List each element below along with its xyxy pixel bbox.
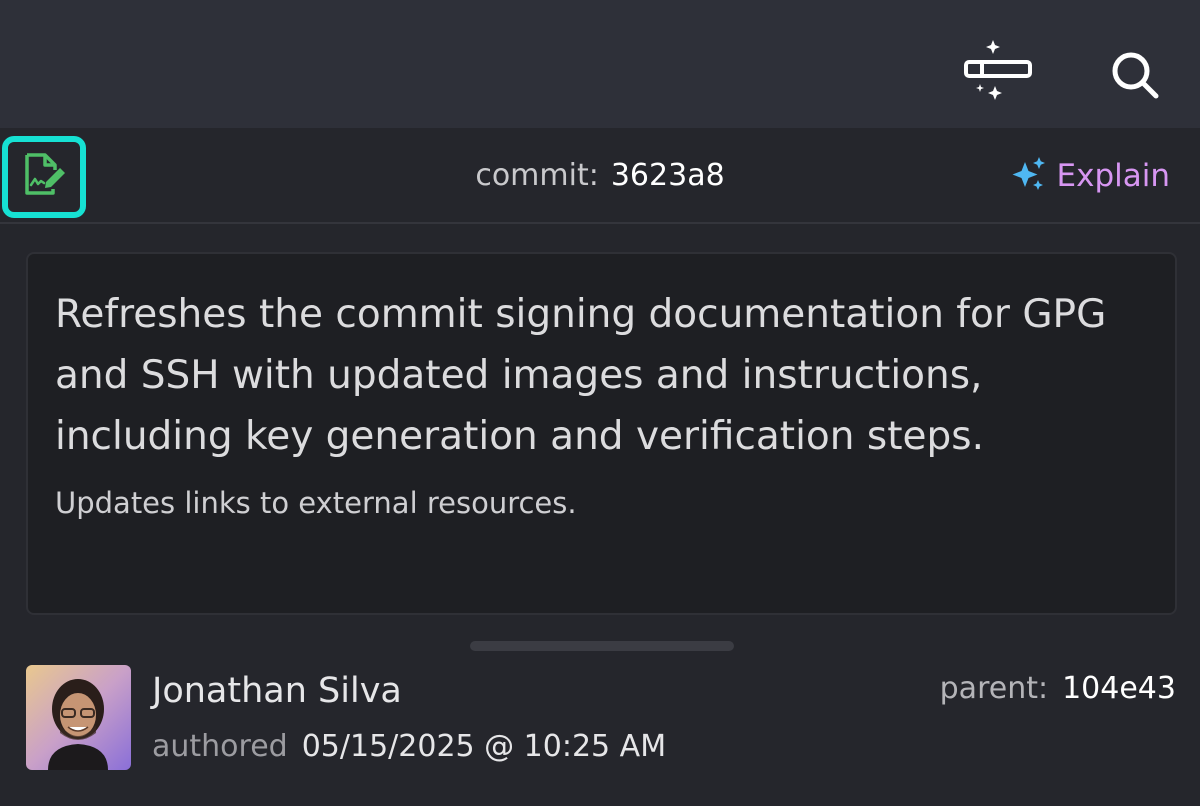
commit-message-title: Refreshes the commit signing documentati… (55, 292, 1107, 459)
commit-header: commit: 3623a8 Explain (0, 128, 1200, 224)
explain-label: Explain (1056, 158, 1170, 194)
authored-info: authored 05/15/2025 @ 10:25 AM (152, 728, 666, 766)
parent-sha[interactable]: 104e43 (1062, 671, 1176, 706)
commit-label: commit: (475, 158, 599, 193)
resize-handle[interactable] (470, 641, 734, 651)
explain-button[interactable]: Explain (1011, 156, 1170, 196)
authored-label: authored (152, 729, 288, 764)
commit-message-body: Updates links to external resources. (55, 486, 577, 520)
author-name[interactable]: Jonathan Silva (152, 670, 402, 712)
parent-label: parent: (939, 671, 1049, 706)
layout-toggle-sparkle-icon[interactable] (960, 36, 1032, 108)
commit-sha[interactable]: 3623a8 (611, 158, 725, 193)
commit-message: Refreshes the commit signing documentati… (26, 252, 1177, 615)
parent-commit: parent: 104e43 (940, 670, 1176, 708)
avatar (26, 665, 131, 770)
authored-date: 05/15/2025 @ 10:25 AM (301, 729, 667, 764)
top-toolbar (0, 0, 1200, 128)
search-icon[interactable] (1104, 44, 1168, 108)
sparkle-icon (1011, 156, 1047, 196)
